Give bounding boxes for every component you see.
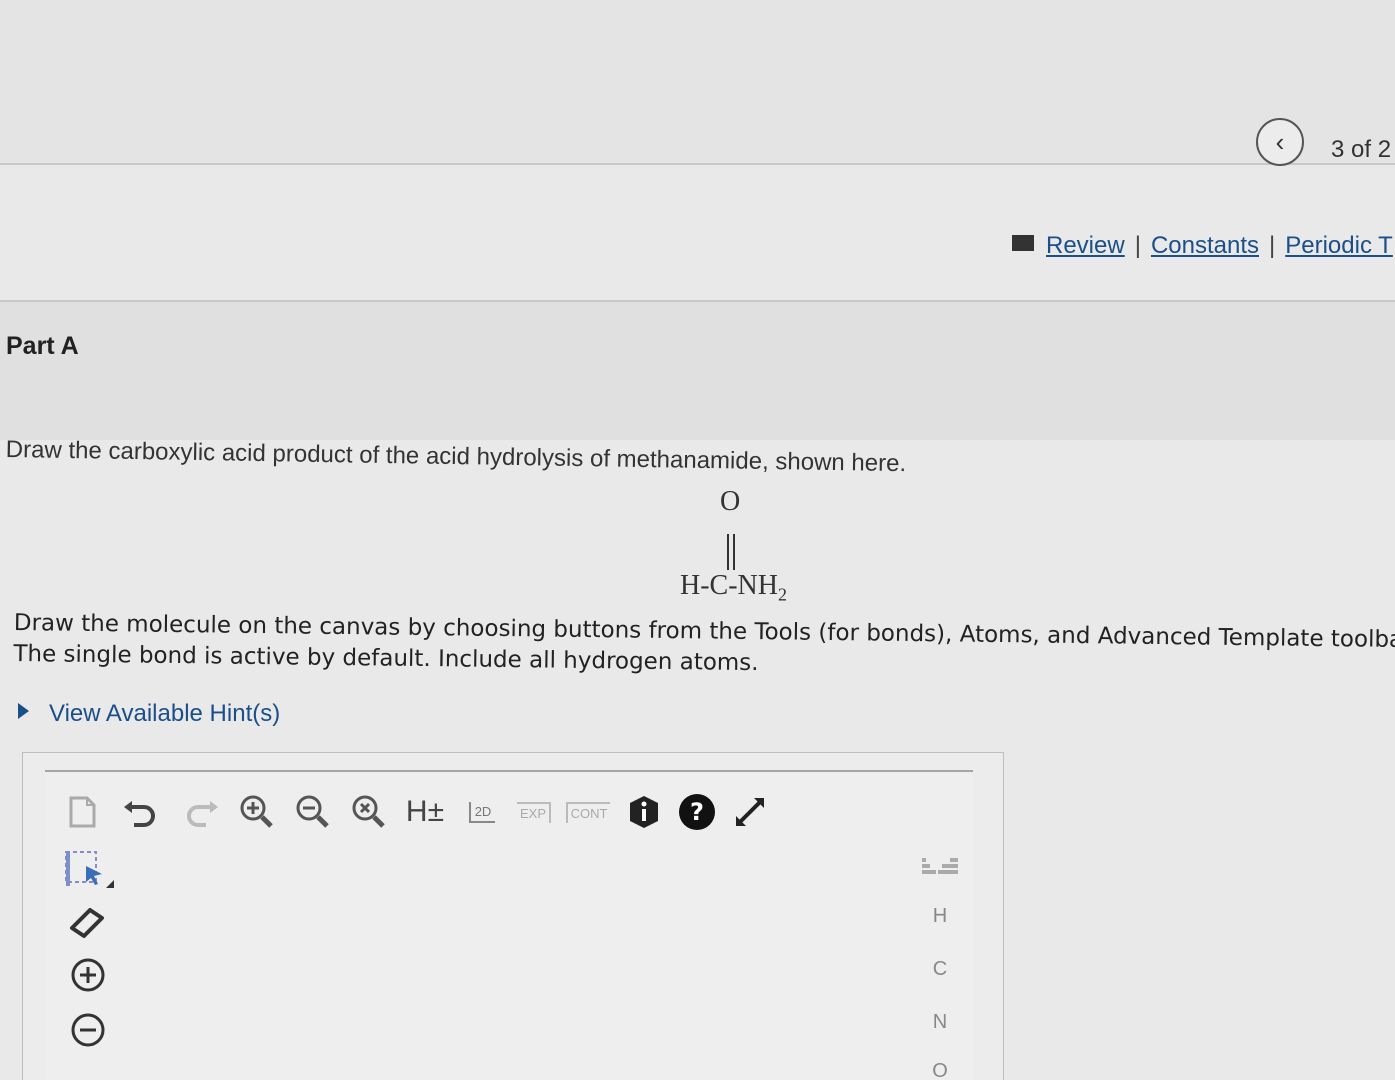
part-band xyxy=(0,300,1395,440)
hydrogen-toggle-button[interactable]: H± xyxy=(402,790,448,834)
periodic-table-button[interactable] xyxy=(920,852,960,880)
divider: | xyxy=(1134,232,1141,259)
selection-tool-button[interactable] xyxy=(62,848,118,892)
chevron-left-icon: ‹ xyxy=(1275,126,1285,157)
contract-label: CONT xyxy=(565,801,611,823)
page-counter: 3 of 2 xyxy=(1331,136,1392,163)
eraser-button[interactable] xyxy=(66,900,110,944)
undo-icon xyxy=(124,801,155,827)
formula-subscript: 2 xyxy=(778,584,787,605)
double-bond-line xyxy=(733,534,735,570)
plus-charge-button[interactable] xyxy=(68,955,108,995)
expand-button[interactable]: EXP xyxy=(512,790,556,834)
redo-icon xyxy=(187,801,218,827)
question-text: Draw the carboxylic acid product of the … xyxy=(5,436,907,478)
help-button[interactable]: ? xyxy=(676,790,718,834)
undo-button[interactable] xyxy=(120,790,160,834)
new-document-icon xyxy=(69,796,96,828)
contract-button[interactable]: CONT xyxy=(565,790,611,834)
expand-label: EXP xyxy=(516,801,551,823)
svg-text:?: ? xyxy=(690,798,704,826)
instructions: Draw the molecule on the canvas by choos… xyxy=(13,608,1395,687)
book-icon xyxy=(1012,235,1034,251)
methanamide-structure: O H-C-NH2 xyxy=(670,484,810,609)
periodic-table-icon xyxy=(922,858,958,874)
minus-charge-button[interactable] xyxy=(68,1010,108,1050)
minus-charge-icon xyxy=(71,1013,105,1047)
atom-n-button[interactable]: N xyxy=(930,1011,950,1034)
fullscreen-icon xyxy=(736,798,764,826)
zoom-in-icon xyxy=(240,795,273,828)
periodic-table-link[interactable]: Periodic T xyxy=(1285,232,1393,259)
divider: | xyxy=(1269,232,1276,259)
atom-c-button[interactable]: C xyxy=(930,958,950,981)
header-divider xyxy=(0,163,1395,165)
fullscreen-button[interactable] xyxy=(728,790,772,834)
constants-link[interactable]: Constants xyxy=(1151,232,1259,259)
part-title: Part A xyxy=(6,332,79,360)
review-link[interactable]: Review xyxy=(1046,232,1125,259)
zoom-in-button[interactable] xyxy=(236,790,278,834)
redo-button[interactable] xyxy=(182,790,222,834)
hints-label: View Available Hint(s) xyxy=(49,700,281,727)
page: ‹ 3 of 2 Review | Constants | Periodic T Par… xyxy=(0,0,1395,1080)
zoom-reset-icon xyxy=(352,795,385,828)
view-hints-link[interactable]: View Available Hint(s) xyxy=(18,700,280,728)
part-divider xyxy=(0,300,1395,302)
info-button[interactable] xyxy=(624,790,664,834)
info-icon xyxy=(630,796,658,828)
eraser-icon xyxy=(70,908,104,938)
expand-triangle-icon xyxy=(18,703,29,719)
selection-tool-icon xyxy=(65,851,114,888)
zoom-reset-button[interactable] xyxy=(348,790,390,834)
new-document-button[interactable] xyxy=(62,790,102,834)
molecule-formula: H-C-NH2 xyxy=(680,570,787,606)
formula-main: H-C-NH xyxy=(680,570,778,601)
help-icon: ? xyxy=(679,794,715,830)
clean-2d-button[interactable]: 2D xyxy=(462,790,502,834)
zoom-out-icon xyxy=(296,795,329,828)
resource-links: Review | Constants | Periodic T xyxy=(1012,232,1393,260)
atom-o-button[interactable]: O xyxy=(930,1060,950,1080)
previous-button[interactable]: ‹ xyxy=(1256,118,1304,166)
atom-h-button[interactable]: H xyxy=(930,905,950,928)
oxygen-atom: O xyxy=(720,486,741,517)
double-bond-line xyxy=(727,534,729,570)
plus-charge-icon xyxy=(71,958,105,992)
clean-2d-label: 2D xyxy=(468,801,496,823)
header-band xyxy=(0,0,1395,165)
zoom-out-button[interactable] xyxy=(292,790,334,834)
